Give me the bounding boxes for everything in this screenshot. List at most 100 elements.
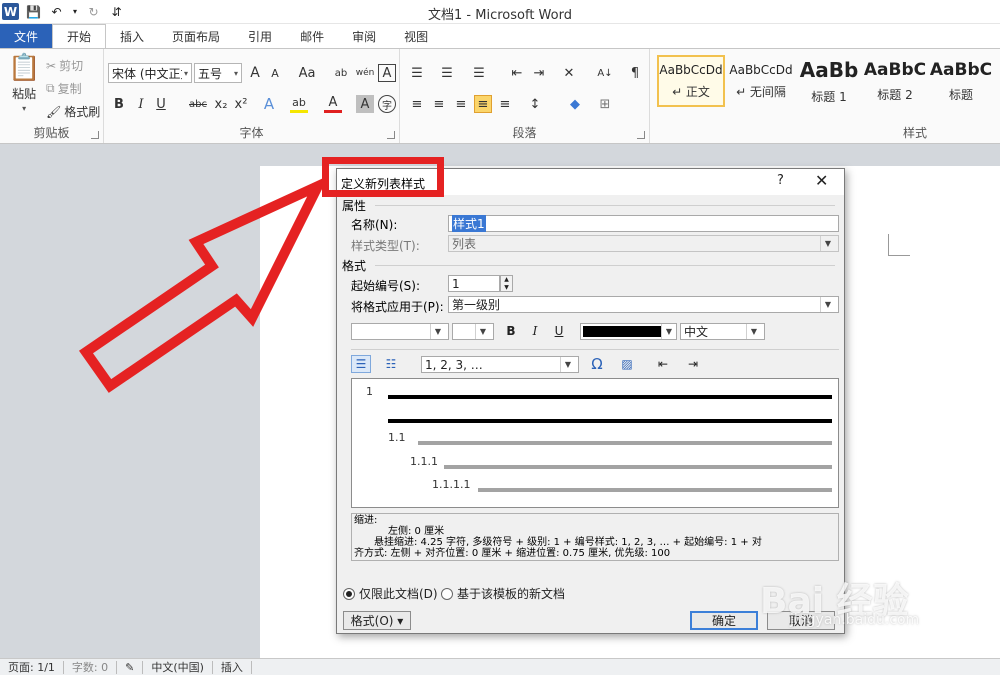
language-select[interactable]: 中文 ▼ [680, 323, 765, 340]
bold-button[interactable]: B [501, 322, 521, 340]
grow-font-button[interactable]: A [246, 64, 264, 82]
decrease-indent-icon[interactable]: ⇤ [653, 355, 673, 373]
font-select[interactable]: ▼ [351, 323, 449, 340]
number-style-value: 1, 2, 3, … [425, 357, 483, 372]
italic-button[interactable]: I [525, 322, 545, 340]
shading-button[interactable]: ◆ [566, 95, 584, 113]
tab-file[interactable]: 文件 [0, 24, 52, 48]
decrease-indent-button[interactable]: ⇤ [508, 64, 526, 82]
scissors-icon: ✂ [46, 58, 57, 73]
size-select[interactable]: ▼ [452, 323, 494, 340]
shrink-font-button[interactable]: A [266, 64, 284, 82]
tab-page-layout[interactable]: 页面布局 [158, 24, 234, 48]
center-button[interactable]: ≡ [430, 95, 448, 113]
tab-view[interactable]: 视图 [390, 24, 442, 48]
status-page[interactable]: 页面: 1/1 [0, 660, 64, 674]
justify-button[interactable]: ≡ [474, 95, 492, 113]
bold-button[interactable]: B [110, 95, 128, 113]
help-icon[interactable]: ? [777, 173, 784, 188]
status-insert-mode[interactable]: 插入 [213, 660, 252, 674]
clipboard-launcher-icon[interactable] [91, 131, 99, 139]
start-at-value: 1 [452, 276, 460, 291]
status-word-count[interactable]: 字数: 0 [64, 660, 118, 674]
font-color-button[interactable]: A [324, 95, 342, 113]
chevron-down-icon: ▼ [430, 324, 445, 339]
chevron-down-icon: ▾ [22, 104, 27, 113]
font-group: 宋体 (中文正文)▾ 五号▾ A A Aa ab wén A B I U abc… [104, 49, 400, 143]
multilevel-list-button[interactable]: ☰ [470, 64, 488, 82]
sort-button[interactable]: A↓ [594, 64, 616, 82]
style-type-label: 样式类型(T): [351, 239, 420, 253]
tab-home[interactable]: 开始 [52, 24, 107, 48]
character-shading-button[interactable]: A [356, 95, 374, 113]
bullets-button[interactable]: ☰ [408, 64, 426, 82]
tab-mailings[interactable]: 邮件 [286, 24, 338, 48]
style-heading-2[interactable]: AaBbC 标题 2 [861, 55, 929, 107]
only-this-document-radio[interactable]: 仅限此文档(D) [343, 585, 438, 602]
clear-formatting-button[interactable]: ab [332, 64, 350, 82]
tab-references[interactable]: 引用 [234, 24, 286, 48]
font-name-select[interactable]: 宋体 (中文正文)▾ [108, 63, 192, 83]
ok-button[interactable]: 确定 [690, 611, 758, 630]
symbol-icon[interactable]: Ω [587, 355, 607, 373]
style-heading-1[interactable]: AaBb 标题 1 [795, 55, 863, 107]
new-documents-template-radio[interactable]: 基于该模板的新文档 [441, 585, 565, 602]
strikethrough-button[interactable]: abc [186, 95, 210, 113]
format-menu-button[interactable]: 格式(O) ▾ [343, 611, 411, 630]
style-title[interactable]: AaBbC 标题 [927, 55, 995, 107]
picture-icon[interactable]: ▨ [617, 355, 637, 373]
paste-label: 粘贴 [12, 87, 37, 101]
preview-number: 1.1.1.1 [432, 478, 471, 491]
align-right-button[interactable]: ≡ [452, 95, 470, 113]
paste-button[interactable]: 📋 粘贴 ▾ [8, 53, 40, 113]
font-color-select[interactable]: ▼ [580, 323, 677, 340]
borders-button[interactable]: ⊞ [596, 95, 614, 113]
name-input[interactable]: 样式1 [448, 215, 839, 232]
chevron-down-icon: ▾ [183, 68, 188, 78]
italic-button[interactable]: I [132, 95, 150, 113]
tab-insert[interactable]: 插入 [106, 24, 158, 48]
align-left-button[interactable]: ≡ [408, 95, 426, 113]
apply-format-select[interactable]: 第一级别 ▼ [448, 296, 839, 313]
start-at-input[interactable]: 1 [448, 275, 500, 292]
number-style-select[interactable]: 1, 2, 3, … ▼ [421, 356, 579, 373]
close-icon[interactable]: ✕ [815, 171, 828, 190]
start-at-spinner[interactable]: ▲ ▼ [500, 275, 513, 292]
paragraph-group-label: 段落 [512, 126, 537, 140]
enclose-characters-button[interactable]: 字 [378, 95, 396, 113]
subscript-button[interactable]: x₂ [212, 95, 230, 113]
name-input-value: 样式1 [452, 215, 486, 232]
style-name: 标题 1 [811, 89, 847, 104]
underline-button[interactable]: U [549, 322, 569, 340]
style-type-select[interactable]: 列表 ▼ [448, 235, 839, 252]
style-no-spacing[interactable]: AaBbCcDd ↵ 无间隔 [727, 55, 795, 107]
distributed-button[interactable]: ≡ [496, 95, 514, 113]
bulleted-list-icon[interactable]: ☷ [381, 355, 401, 373]
numbered-list-icon[interactable]: ☰ [351, 355, 371, 373]
spin-down-icon: ▼ [504, 283, 509, 291]
change-case-button[interactable]: Aa [294, 64, 320, 82]
style-normal[interactable]: AaBbCcDd ↵ 正文 [657, 55, 725, 107]
phonetic-guide-button[interactable]: wén [356, 64, 375, 82]
increase-indent-icon[interactable]: ⇥ [683, 355, 703, 373]
font-launcher-icon[interactable] [387, 131, 395, 139]
show-formatting-marks-button[interactable]: ¶ [626, 64, 644, 82]
superscript-button[interactable]: x² [232, 95, 250, 113]
copy-button[interactable]: ⧉ 复制 [46, 80, 82, 97]
line-spacing-button[interactable]: ↕ [526, 95, 544, 113]
chinese-layout-button[interactable]: ✕ [560, 64, 578, 82]
increase-indent-button[interactable]: ⇥ [530, 64, 548, 82]
cut-button[interactable]: ✂ 剪切 [46, 57, 83, 74]
text-effects-button[interactable]: A [260, 95, 278, 113]
tab-review[interactable]: 审阅 [338, 24, 390, 48]
underline-button[interactable]: U [152, 95, 170, 113]
highlight-button[interactable]: ab [290, 95, 308, 113]
numbering-button[interactable]: ☰ [438, 64, 456, 82]
format-painter-button[interactable]: 🖌 格式刷 [46, 103, 100, 120]
styles-group-label: 样式 [902, 126, 927, 140]
paragraph-launcher-icon[interactable] [637, 131, 645, 139]
proofing-icon[interactable]: ✎ [117, 660, 144, 674]
font-size-select[interactable]: 五号 ▾ [194, 63, 242, 83]
status-language[interactable]: 中文(中国) [143, 660, 213, 674]
character-border-button[interactable]: A [378, 64, 396, 82]
